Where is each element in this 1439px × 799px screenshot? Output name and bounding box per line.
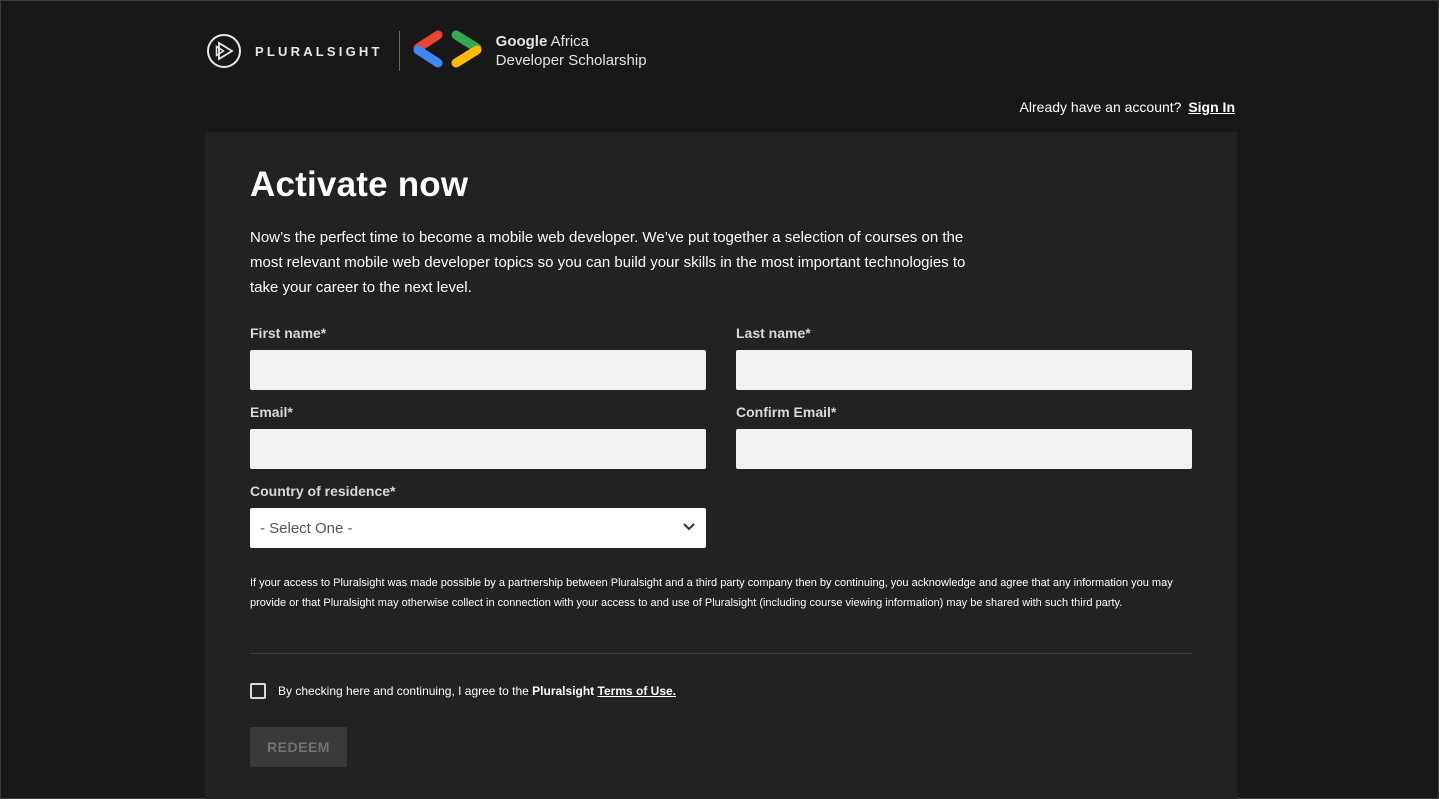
terms-prefix: By checking here and continuing, I agree… xyxy=(278,684,533,698)
intro-text: Now’s the perfect time to become a mobil… xyxy=(250,229,966,296)
last-name-input[interactable] xyxy=(736,350,1192,390)
partner-scholarship: Developer Scholarship xyxy=(495,52,647,69)
partner-africa: Africa xyxy=(547,33,590,50)
page-title: Activate now xyxy=(250,165,469,204)
last-name-label: Last name* xyxy=(736,325,811,341)
third-party-disclaimer: If your access to Pluralsight was made p… xyxy=(250,577,1173,609)
confirm-email-label: Confirm Email* xyxy=(736,404,837,420)
first-name-input[interactable] xyxy=(250,350,706,390)
terms-text: By checking here and continuing, I agree… xyxy=(278,684,676,698)
partner-text: Google Africa Developer Scholarship xyxy=(496,32,647,70)
email-label: Email* xyxy=(250,404,293,420)
brand-wordmark: PLURALSIGHT xyxy=(255,43,383,59)
terms-brand: Pluralsight xyxy=(532,684,595,698)
terms-row: By checking here and continuing, I agree… xyxy=(250,683,676,699)
activation-card: Activate now Now’s the perfect time to b… xyxy=(205,132,1237,799)
country-selected-value: - Select One - xyxy=(260,519,353,537)
redeem-button[interactable]: REDEEM xyxy=(250,727,347,767)
header: PLURALSIGHT Google Africa Developer Scho… xyxy=(206,29,647,73)
terms-checkbox[interactable] xyxy=(250,683,266,699)
pluralsight-logo-icon xyxy=(206,33,242,69)
country-select[interactable]: - Select One - xyxy=(250,508,706,548)
header-divider xyxy=(398,31,400,71)
page: PLURALSIGHT Google Africa Developer Scho… xyxy=(0,0,1439,799)
country-label: Country of residence* xyxy=(250,483,396,499)
google-dev-logo-icon xyxy=(410,29,486,74)
partner-google: Google xyxy=(495,33,548,50)
google-africa-scholarship-logo: Google Africa Developer Scholarship xyxy=(410,29,647,74)
sign-in-link[interactable]: Sign In xyxy=(1188,99,1235,115)
divider xyxy=(250,653,1192,654)
confirm-email-input[interactable] xyxy=(736,429,1192,469)
chevron-down-icon xyxy=(682,519,696,537)
signin-prompt: Already have an account? xyxy=(1019,99,1182,115)
terms-of-use-link[interactable]: Terms of Use. xyxy=(598,684,676,698)
email-input[interactable] xyxy=(250,429,706,469)
first-name-label: First name* xyxy=(250,325,327,341)
signin-row: Already have an account? Sign In xyxy=(1020,99,1235,115)
pluralsight-logo[interactable]: PLURALSIGHT xyxy=(206,33,383,69)
